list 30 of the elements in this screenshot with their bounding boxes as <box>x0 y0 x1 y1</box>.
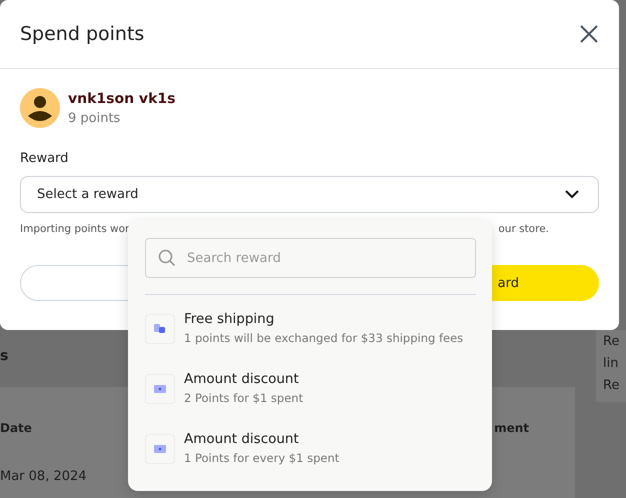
ticket-icon <box>154 445 166 453</box>
dialog-title: Spend points <box>20 23 144 45</box>
option-description: 2 Points for $1 spent <box>184 391 304 405</box>
section-title: s <box>0 348 8 364</box>
reward-option[interactable]: Free shipping 1 points will be exchanged for $33 shipping fees <box>145 311 476 371</box>
helper-text: Importing points wor <box>20 223 130 235</box>
chevron-down-icon <box>565 190 579 199</box>
close-icon[interactable] <box>579 24 599 44</box>
column-header: ment <box>494 421 529 435</box>
option-title: Amount discount <box>184 371 300 387</box>
option-title: Free shipping <box>184 311 276 327</box>
panel-text: lin <box>603 355 620 373</box>
option-title: Amount discount <box>184 431 300 447</box>
panel-text: Re <box>603 377 620 395</box>
customer-name: vnk1son vk1s <box>68 91 176 107</box>
panel-text: Re <box>603 333 620 351</box>
reward-option[interactable]: Amount discount 2 Points for $1 spent <box>145 371 476 431</box>
option-description: 1 Points for every $1 spent <box>184 451 340 465</box>
column-header: Date <box>0 421 32 435</box>
points-balance: 9 points <box>68 111 122 126</box>
reward-select[interactable]: Select a reward <box>20 176 599 213</box>
option-description: 1 points will be exchanged for $33 shipping fees <box>184 331 464 345</box>
search-icon <box>158 249 176 267</box>
table-cell: Mar 08, 2024 <box>0 469 87 484</box>
ticket-icon <box>154 385 166 393</box>
helper-text: our store. <box>498 223 549 235</box>
field-label: Reward <box>20 151 70 166</box>
reward-option[interactable]: Amount discount 1 Points for every $1 spent <box>145 431 476 491</box>
avatar-icon <box>20 88 60 128</box>
search-field[interactable]: Search reward <box>145 238 476 278</box>
